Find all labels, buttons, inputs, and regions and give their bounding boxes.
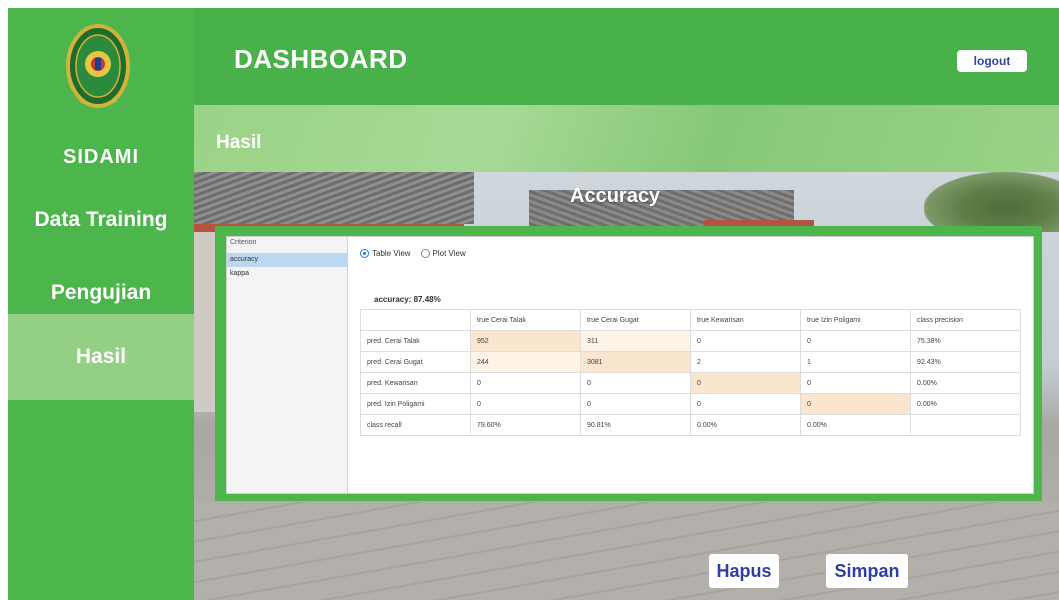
criterion-list: Criterion accuracy kappa [227,237,348,493]
sidebar-item-pengujian[interactable]: Pengujian [8,281,194,305]
row-label: pred. Izin Poligami [360,393,471,415]
view-toggle: Table View Plot View [360,249,476,258]
table-cell: 0.00% [910,393,1021,415]
table-cell: 90.81% [580,414,691,436]
row-label: pred. Kewarisan [360,372,471,394]
table-header-cell: true Cerai Talak [470,309,581,331]
table-row: pred. Kewarisan 0 0 0 0 0.00% [360,372,1021,394]
table-cell: 3081 [580,351,691,373]
table-cell: 0 [470,393,581,415]
app-root: SIDAMI Data Training Pengujian Hasil DAS… [0,0,1059,600]
table-cell: 0 [580,393,691,415]
logout-button[interactable]: logout [957,50,1027,72]
row-label: pred. Cerai Gugat [360,351,471,373]
table-cell: 0 [800,330,911,352]
table-header-cell: true Kewarisan [690,309,801,331]
subheader-title: Hasil [216,132,262,153]
background-photo-tree [924,172,1059,232]
accuracy-value: accuracy: 87.48% [374,295,441,304]
table-cell: 92.43% [910,351,1021,373]
table-cell: 311 [580,330,691,352]
table-cell: 2 [690,351,801,373]
plot-view-radio[interactable] [420,249,430,258]
row-label: pred. Cerai Talak [360,330,471,352]
plot-view-label[interactable]: Plot View [433,249,466,258]
main-content: Accuracy Criterion accuracy kappa Table … [194,172,1059,600]
table-view-radio[interactable] [360,249,369,258]
sidebar: SIDAMI Data Training Pengujian Hasil [8,8,194,600]
section-title: Accuracy [570,185,661,207]
table-cell: 0 [800,393,911,415]
row-label: class recall [360,414,471,436]
table-cell: 79.60% [470,414,581,436]
table-cell: 75.38% [910,330,1021,352]
table-header-cell [360,309,471,331]
table-cell: 0 [690,372,801,394]
table-header-cell: true Izin Poligami [800,309,911,331]
table-cell: 244 [470,351,581,373]
table-row: class recall 79.60% 90.81% 0.00% 0.00% [360,414,1021,436]
background-photo-roof [194,172,474,224]
table-cell: 0 [580,372,691,394]
table-cell: 0.00% [800,414,911,436]
court-emblem-logo [66,24,130,108]
background-photo-pavement [194,502,1059,600]
top-header: DASHBOARD logout [194,8,1059,105]
confusion-matrix-table: true Cerai Talak true Cerai Gugat true K… [360,309,1021,436]
brand-name: SIDAMI [63,146,139,168]
table-cell: 1 [800,351,911,373]
criterion-item-accuracy[interactable]: accuracy [227,253,347,267]
table-row: pred. Cerai Gugat 244 3081 2 1 92.43% [360,351,1021,373]
criterion-list-header: Criterion [230,239,257,246]
table-header-cell: true Cerai Gugat [580,309,691,331]
table-cell: 0 [800,372,911,394]
sidebar-item-hasil[interactable]: Hasil [8,314,194,400]
criterion-item-kappa[interactable]: kappa [227,267,347,281]
table-cell: 0 [470,372,581,394]
result-panel: Criterion accuracy kappa Table View Plot… [215,226,1042,501]
table-row: pred. Cerai Talak 952 311 0 0 75.38% [360,330,1021,352]
table-cell: 0.00% [690,414,801,436]
result-panel-inner: Criterion accuracy kappa Table View Plot… [226,236,1034,494]
simpan-button[interactable]: Simpan [826,554,908,588]
table-view-label[interactable]: Table View [372,249,411,258]
table-cell: 0.00% [910,372,1021,394]
hapus-button[interactable]: Hapus [709,554,779,588]
table-cell: 0 [690,330,801,352]
table-cell [910,414,1021,436]
table-cell: 952 [470,330,581,352]
table-cell: 0 [690,393,801,415]
sub-header: Hasil [194,105,1059,172]
table-header-row: true Cerai Talak true Cerai Gugat true K… [360,309,1021,331]
page-title: DASHBOARD [234,44,408,74]
table-row: pred. Izin Poligami 0 0 0 0 0.00% [360,393,1021,415]
table-header-cell: class precision [910,309,1021,331]
sidebar-item-data-training[interactable]: Data Training [8,208,194,232]
logo-area: SIDAMI [8,8,194,173]
